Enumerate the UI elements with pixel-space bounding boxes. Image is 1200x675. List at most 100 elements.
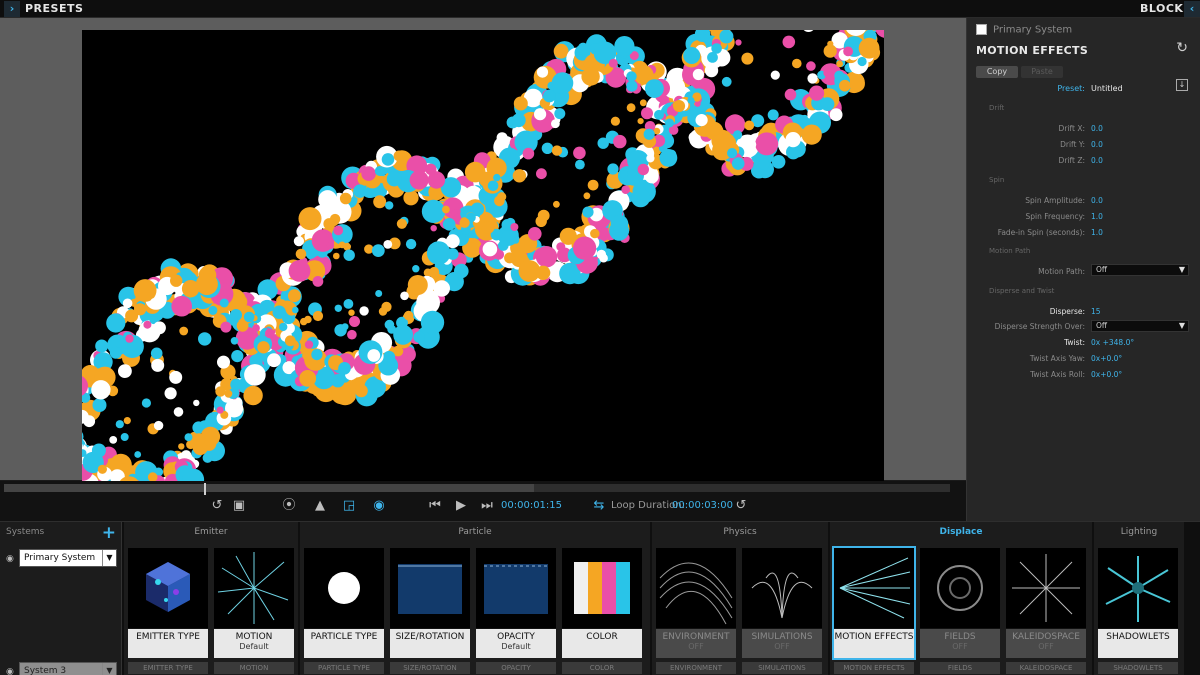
motion-path-value: Off bbox=[1096, 265, 1108, 274]
particle bbox=[243, 385, 263, 406]
particle bbox=[153, 321, 166, 335]
primary-system-toggle[interactable]: Primary System bbox=[976, 24, 1072, 38]
particle bbox=[334, 324, 347, 337]
presets-label[interactable]: PRESETS bbox=[25, 2, 83, 15]
particle bbox=[331, 374, 345, 388]
loop-duration-value[interactable]: 00:00:03:00 bbox=[672, 500, 733, 511]
skip-back-icon[interactable]: ⏮ bbox=[424, 497, 446, 515]
param-value[interactable]: 0x +348.0° bbox=[1091, 338, 1134, 347]
system-name: System 3 bbox=[24, 666, 67, 675]
tile-kaleidospace[interactable]: KALEIDOSPACE OFF KALEIDOSPACE bbox=[1006, 548, 1086, 674]
broadcast-icon[interactable]: ⦿ bbox=[278, 497, 300, 515]
kaleidospace-icon bbox=[1012, 554, 1080, 622]
param-value[interactable]: 0.0 bbox=[1091, 140, 1103, 149]
loop-icon[interactable]: ⇆ bbox=[588, 497, 610, 515]
timecode[interactable]: 00:00:01:15 bbox=[501, 500, 562, 511]
particle bbox=[645, 79, 664, 98]
particle bbox=[421, 199, 445, 223]
particle bbox=[511, 113, 526, 128]
particle bbox=[359, 306, 369, 316]
camera-icon[interactable]: ▣ bbox=[228, 497, 250, 515]
particle bbox=[820, 97, 835, 111]
particle bbox=[367, 349, 381, 362]
particle bbox=[575, 250, 585, 259]
tile-simulations[interactable]: SIMULATIONS OFF SIMULATIONS bbox=[742, 548, 822, 674]
tile-shadowlets[interactable]: SHADOWLETS SHADOWLETS bbox=[1098, 548, 1178, 674]
param-value[interactable]: 0x+0.0° bbox=[1091, 354, 1122, 363]
tile-emitter-type[interactable]: EMITTER TYPE EMITTER TYPE bbox=[128, 548, 208, 674]
system-dropdown[interactable]: Primary System ▼ bbox=[19, 549, 117, 567]
particle bbox=[374, 166, 385, 176]
eye-icon[interactable]: ◉ bbox=[6, 667, 14, 675]
road-icon[interactable]: ▲ bbox=[309, 497, 331, 515]
particle bbox=[353, 184, 367, 198]
reset-loop-icon[interactable]: ↺ bbox=[730, 497, 752, 515]
tile-environment[interactable]: ENVIRONMENT OFF ENVIRONMENT bbox=[656, 548, 736, 674]
particle bbox=[343, 299, 354, 309]
eye-icon[interactable]: ◉ bbox=[6, 554, 14, 564]
param-value[interactable]: 1.0 bbox=[1091, 212, 1103, 221]
undo-icon[interactable]: ↺ bbox=[206, 497, 228, 515]
tile-title: SIMULATIONS bbox=[751, 632, 813, 642]
tile-sub-row: SIZE/ROTATION bbox=[390, 662, 470, 674]
particle bbox=[216, 406, 224, 414]
particle bbox=[143, 320, 152, 329]
particle bbox=[553, 43, 569, 59]
particle bbox=[405, 238, 417, 250]
particle bbox=[298, 207, 322, 231]
particle bbox=[106, 313, 126, 333]
play-icon[interactable]: ▶ bbox=[450, 497, 472, 515]
tile-particle-type[interactable]: PARTICLE TYPE PARTICLE TYPE bbox=[304, 548, 384, 674]
render-canvas[interactable] bbox=[82, 30, 884, 481]
window-icon[interactable]: ◲ bbox=[338, 497, 360, 515]
particle bbox=[170, 274, 183, 287]
particle bbox=[179, 326, 189, 336]
particle bbox=[118, 364, 132, 378]
playhead[interactable] bbox=[204, 483, 206, 495]
tile-size-rotation[interactable]: SIZE/ROTATION SIZE/ROTATION bbox=[390, 548, 470, 674]
system-dropdown[interactable]: System 3 ▼ bbox=[19, 662, 117, 675]
particle bbox=[692, 68, 705, 81]
disperse-strength-dropdown[interactable]: Off ▼ bbox=[1091, 320, 1189, 332]
param-value[interactable]: 0x+0.0° bbox=[1091, 370, 1122, 379]
copy-button[interactable]: Copy bbox=[976, 66, 1018, 78]
add-system-icon[interactable]: + bbox=[102, 523, 116, 543]
particle bbox=[619, 170, 629, 179]
particle bbox=[733, 130, 743, 140]
particle bbox=[348, 309, 355, 316]
particle bbox=[512, 237, 520, 244]
blocks-collapse-icon[interactable]: ‹ bbox=[1184, 1, 1200, 17]
tile-color[interactable]: COLOR COLOR bbox=[562, 548, 642, 674]
tile-motion-effects[interactable]: MOTION EFFECTS MOTION EFFECTS bbox=[832, 546, 916, 674]
timeline-scrubber[interactable] bbox=[4, 483, 950, 495]
reset-icon[interactable]: ↻ bbox=[1176, 40, 1188, 56]
motion-path-dropdown[interactable]: Off ▼ bbox=[1091, 264, 1189, 276]
paste-button[interactable]: Paste bbox=[1021, 66, 1063, 78]
param-value[interactable]: 0.0 bbox=[1091, 196, 1103, 205]
tile-sub-row: EMITTER TYPE bbox=[128, 662, 208, 674]
param-value[interactable]: 1.0 bbox=[1091, 228, 1103, 237]
tile-fields[interactable]: FIELDS OFF FIELDS bbox=[920, 548, 1000, 674]
timeline-work-area bbox=[4, 484, 534, 492]
param-value[interactable]: 0.0 bbox=[1091, 156, 1103, 165]
tile-title: COLOR bbox=[586, 632, 618, 642]
particle bbox=[610, 116, 621, 126]
particle bbox=[637, 163, 649, 176]
presets-expand-icon[interactable]: › bbox=[4, 1, 20, 17]
particle bbox=[626, 71, 637, 82]
tile-opacity[interactable]: OPACITY Default OPACITY bbox=[476, 548, 556, 674]
particle bbox=[110, 387, 119, 395]
param-value[interactable]: 15 bbox=[1091, 307, 1101, 316]
particle bbox=[312, 310, 324, 322]
skip-forward-icon[interactable]: ⏭ bbox=[476, 497, 498, 515]
particle bbox=[849, 76, 865, 92]
section-disperse-twist: Disperse and Twist bbox=[989, 287, 1055, 295]
preset-value[interactable]: Untitled bbox=[1091, 84, 1123, 93]
chevron-down-icon: ▼ bbox=[1178, 265, 1185, 274]
save-preset-icon[interactable]: ↓ bbox=[1176, 79, 1188, 91]
particle bbox=[181, 280, 200, 298]
param-value[interactable]: 0.0 bbox=[1091, 124, 1103, 133]
tile-motion[interactable]: MOTION Default MOTION bbox=[214, 548, 294, 674]
checkbox-icon[interactable] bbox=[976, 24, 987, 35]
eye-icon[interactable]: ◉ bbox=[368, 497, 390, 515]
